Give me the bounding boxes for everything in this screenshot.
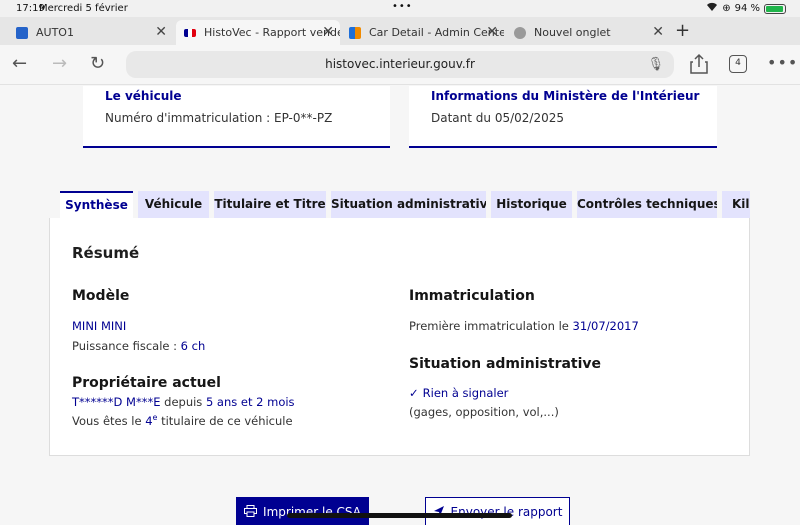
back-arrow-icon[interactable]: ←	[12, 53, 27, 74]
tab-vehicule[interactable]: Véhicule	[138, 191, 209, 218]
auto1-favicon-icon	[16, 26, 28, 39]
owner-heading: Propriétaire actuel	[72, 375, 221, 391]
battery-icon	[764, 3, 786, 14]
owner-duration: 5 ans et 2 mois	[205, 395, 295, 409]
globe-icon	[514, 26, 526, 39]
status-bar: 17:19 Mercredi 5 février ••• ⊕ 94 %	[0, 0, 800, 17]
page-content: Le véhicule Numéro d'immatriculation : E…	[0, 86, 800, 525]
vehicle-card-title: Le véhicule	[105, 89, 182, 103]
url-text: histovec.interieur.gouv.fr	[325, 57, 475, 71]
browser-tab-car-detail[interactable]: Car Detail - Admin Center ✕	[341, 20, 504, 45]
tab-kilometrage[interactable]: Kilo	[722, 191, 750, 218]
tab-count-button[interactable]: 4	[729, 55, 747, 73]
close-tab-icon[interactable]: ✕	[155, 24, 167, 40]
check-icon: ✓	[409, 386, 419, 400]
first-registration-date: 31/07/2017	[572, 319, 639, 333]
fiscal-power-value: 6 ch	[180, 339, 206, 353]
french-flag-favicon-icon	[184, 28, 196, 37]
close-tab-icon[interactable]: ✕	[486, 24, 498, 40]
tab-synthese[interactable]: Synthèse	[60, 191, 133, 218]
owner-name: T******D M***E	[72, 395, 161, 409]
browser-tab-bar: AUTO1 ✕ HistoVec - Rapport vendeur ✕ Car…	[0, 17, 800, 45]
browser-tab-histovec[interactable]: HistoVec - Rapport vendeur ✕	[176, 20, 340, 45]
browser-tab-label: Nouvel onglet	[534, 26, 611, 39]
owner-rank-suffix: titulaire de ce véhicule	[157, 413, 293, 428]
browser-tab-auto1[interactable]: AUTO1 ✕	[8, 20, 173, 45]
forward-arrow-icon[interactable]: →	[52, 53, 67, 74]
admin-status: ✓ Rien à signaler	[409, 386, 508, 400]
battery-percent: 94 %	[734, 3, 760, 14]
admin-details: (gages, opposition, vol,...)	[409, 405, 559, 419]
browser-tab-label: HistoVec - Rapport vendeur	[204, 26, 340, 39]
status-date: Mercredi 5 février	[39, 3, 128, 14]
tab-situation-administrative[interactable]: Situation administrative	[331, 191, 486, 218]
ministry-card: Informations du Ministère de l'Intérieur…	[409, 86, 717, 148]
admin-status-text: Rien à signaler	[422, 386, 509, 400]
tab-historique[interactable]: Historique	[491, 191, 572, 218]
reload-icon[interactable]: ↻	[90, 53, 105, 74]
tab-titulaire[interactable]: Titulaire et Titre	[214, 191, 326, 218]
new-tab-plus-icon[interactable]: +	[675, 20, 690, 41]
admin-favicon-icon	[349, 26, 361, 39]
first-registration-label: Première immatriculation le	[409, 319, 573, 333]
vehicle-card-text: Numéro d'immatriculation : EP-0**-PZ	[105, 111, 333, 125]
browser-tab-label: Car Detail - Admin Center	[369, 26, 504, 39]
fiscal-power-label: Puissance fiscale :	[72, 339, 181, 353]
tab-controles-techniques[interactable]: Contrôles techniques	[577, 191, 717, 218]
model-heading: Modèle	[72, 288, 130, 304]
summary-heading: Résumé	[72, 244, 140, 262]
first-registration: Première immatriculation le 31/07/2017	[409, 319, 639, 333]
vehicle-card: Le véhicule Numéro d'immatriculation : E…	[83, 86, 390, 148]
share-icon[interactable]	[689, 53, 709, 75]
fiscal-power: Puissance fiscale : 6 ch	[72, 339, 205, 353]
browser-tab-label: AUTO1	[36, 26, 74, 39]
owner-line: T******D M***E depuis 5 ans et 2 mois	[72, 395, 295, 409]
synthese-panel: Résumé Modèle MINI MINI Puissance fiscal…	[49, 218, 750, 456]
home-indicator	[287, 513, 512, 518]
printer-icon	[244, 504, 258, 520]
owner-since-label: depuis	[160, 395, 206, 409]
print-csa-button[interactable]: Imprimer le CSA	[236, 497, 369, 525]
url-field[interactable]: histovec.interieur.gouv.fr 🎙	[126, 51, 674, 78]
owner-rank: Vous êtes le 4e titulaire de ce véhicule	[72, 413, 293, 428]
wifi-icon	[706, 2, 718, 15]
microphone-icon[interactable]: 🎙	[647, 51, 664, 78]
address-bar-row: ← → ↻ histovec.interieur.gouv.fr 🎙 4 •••	[0, 45, 800, 85]
ministry-card-title: Informations du Ministère de l'Intérieur	[431, 89, 700, 103]
orientation-lock-icon: ⊕	[722, 3, 731, 14]
browser-tab-new[interactable]: Nouvel onglet ✕	[506, 20, 670, 45]
ministry-card-text: Datant du 05/02/2025	[431, 111, 564, 125]
multitask-dots-icon[interactable]: •••	[392, 1, 413, 12]
owner-rank-number: 4	[145, 413, 153, 428]
owner-rank-prefix: Vous êtes le	[72, 413, 146, 428]
send-report-button[interactable]: Envoyer le rapport	[425, 497, 570, 525]
close-tab-icon[interactable]: ✕	[322, 24, 334, 40]
close-tab-icon[interactable]: ✕	[652, 24, 664, 40]
status-right: ⊕ 94 %	[706, 2, 786, 15]
admin-situation-heading: Situation administrative	[409, 356, 602, 372]
registration-heading: Immatriculation	[409, 288, 535, 304]
model-name: MINI MINI	[72, 319, 127, 333]
more-dots-icon[interactable]: •••	[767, 53, 798, 72]
